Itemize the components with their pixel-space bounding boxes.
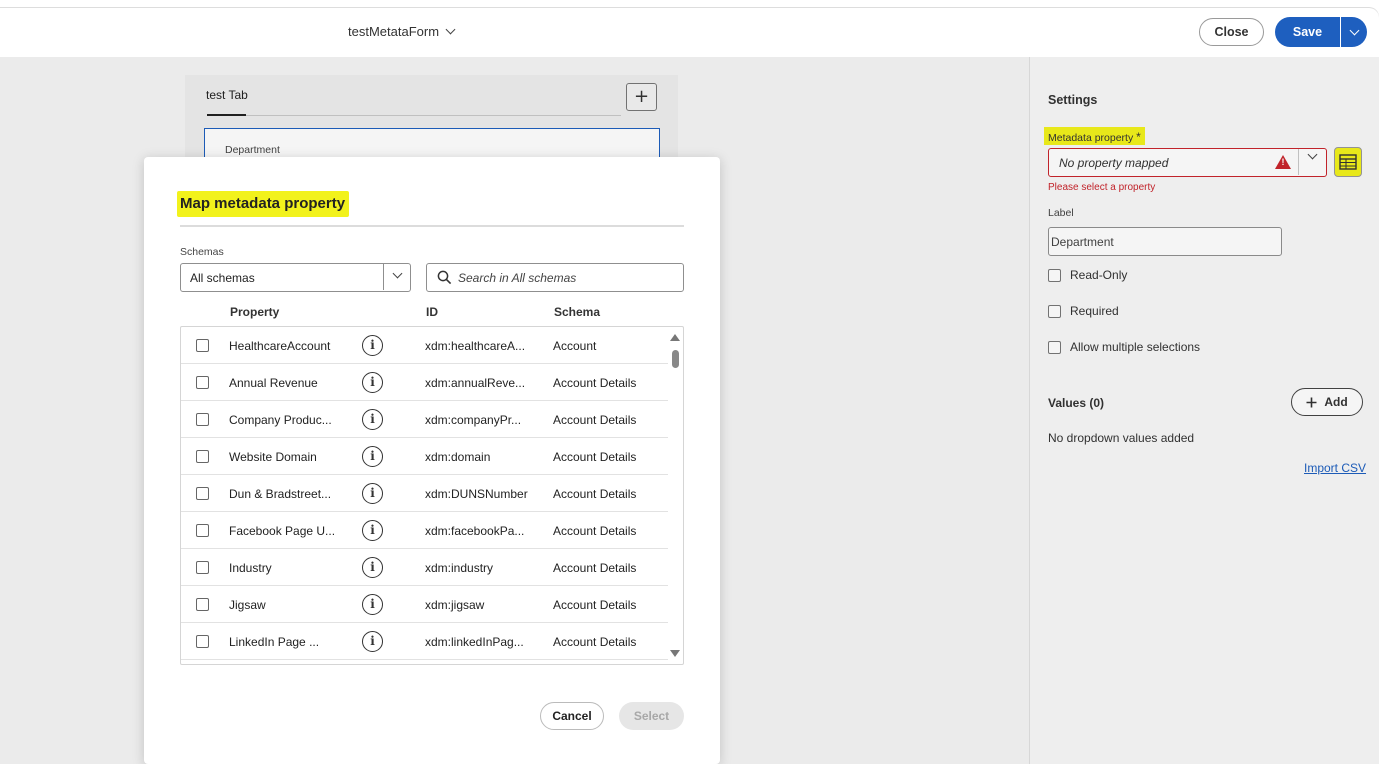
- info-icon[interactable]: i: [362, 372, 383, 393]
- property-cell: Annual Revenue: [229, 376, 318, 390]
- scrollbar-thumb[interactable]: [672, 350, 679, 368]
- row-checkbox[interactable]: [196, 561, 209, 574]
- column-header-id[interactable]: ID: [426, 305, 438, 319]
- close-button[interactable]: Close: [1199, 18, 1264, 46]
- row-checkbox[interactable]: [196, 413, 209, 426]
- table-row[interactable]: LinkedIn Page ... i xdm:linkedInPag... A…: [181, 623, 668, 660]
- table-row[interactable]: Dun & Bradstreet... i xdm:DUNSNumber Acc…: [181, 475, 668, 512]
- info-icon[interactable]: i: [362, 483, 383, 504]
- row-checkbox[interactable]: [196, 339, 209, 352]
- row-checkbox[interactable]: [196, 524, 209, 537]
- id-cell: xdm:linkedInPag...: [425, 635, 524, 649]
- row-checkbox[interactable]: [196, 598, 209, 611]
- id-cell: xdm:facebookPa...: [425, 524, 525, 538]
- row-checkbox[interactable]: [196, 376, 209, 389]
- id-cell: xdm:annualReve...: [425, 376, 526, 390]
- schema-cell: Account Details: [553, 487, 637, 501]
- info-icon[interactable]: i: [362, 446, 383, 467]
- id-cell: xdm:companyPr...: [425, 413, 522, 427]
- dialog-title: Map metadata property: [177, 191, 350, 217]
- row-checkbox[interactable]: [196, 487, 209, 500]
- table-row[interactable]: HealthcareAccount i xdm:healthcareA... A…: [181, 327, 668, 364]
- id-cell: xdm:domain: [425, 450, 491, 464]
- search-field[interactable]: Search in All schemas: [426, 263, 684, 292]
- id-cell: xdm:industry: [425, 561, 494, 575]
- info-icon[interactable]: i: [362, 520, 383, 541]
- schema-cell: Account Details: [553, 561, 637, 575]
- property-cell: Dun & Bradstreet...: [229, 487, 332, 501]
- table-row[interactable]: Facebook Page U... i xdm:facebookPa... A…: [181, 512, 668, 549]
- chevron-down-icon: [445, 24, 456, 35]
- scroll-down-arrow[interactable]: [670, 650, 680, 657]
- info-icon[interactable]: i: [362, 557, 383, 578]
- form-name-dropdown[interactable]: testMetataForm: [348, 24, 456, 39]
- property-cell: HealthcareAccount: [229, 339, 331, 353]
- info-icon[interactable]: i: [362, 594, 383, 615]
- property-cell: LinkedIn Page ...: [229, 635, 320, 649]
- row-checkbox[interactable]: [196, 450, 209, 463]
- info-icon[interactable]: i: [362, 335, 383, 356]
- select-divider: [383, 264, 384, 290]
- scroll-up-arrow[interactable]: [670, 334, 680, 341]
- property-cell: Jigsaw: [229, 598, 266, 612]
- table-row[interactable]: Company Produc... i xdm:companyPr... Acc…: [181, 401, 668, 438]
- table-row[interactable]: Annual Revenue i xdm:annualReve... Accou…: [181, 364, 668, 401]
- schemas-select[interactable]: All schemas: [180, 263, 411, 292]
- column-header-schema[interactable]: Schema: [554, 305, 600, 319]
- schema-cell: Account Details: [553, 635, 637, 649]
- search-icon: [437, 270, 452, 285]
- cancel-button[interactable]: Cancel: [540, 702, 604, 730]
- table-row[interactable]: Jigsaw i xdm:jigsaw Account Details: [181, 586, 668, 623]
- properties-table: HealthcareAccount i xdm:healthcareA... A…: [180, 326, 684, 665]
- select-button[interactable]: Select: [619, 702, 684, 730]
- id-cell: xdm:DUNSNumber: [425, 487, 528, 501]
- save-button[interactable]: Save: [1275, 17, 1340, 47]
- chevron-down-icon: [1349, 25, 1359, 35]
- dialog-divider: [180, 225, 684, 227]
- row-checkbox[interactable]: [196, 635, 209, 648]
- column-header-property[interactable]: Property: [230, 305, 279, 319]
- search-placeholder: Search in All schemas: [458, 271, 577, 285]
- schemas-label: Schemas: [180, 246, 224, 258]
- info-icon[interactable]: i: [362, 631, 383, 652]
- property-cell: Industry: [229, 561, 272, 575]
- schema-cell: Account Details: [553, 450, 637, 464]
- schema-cell: Account Details: [553, 598, 637, 612]
- property-cell: Website Domain: [229, 450, 317, 464]
- property-cell: Company Produc...: [229, 413, 332, 427]
- table-row[interactable]: Website Domain i xdm:domain Account Deta…: [181, 438, 668, 475]
- chevron-down-icon: [392, 268, 403, 279]
- form-name-label: testMetataForm: [348, 24, 440, 39]
- id-cell: xdm:healthcareA...: [425, 339, 526, 353]
- header: [0, 7, 1379, 56]
- id-cell: xdm:jigsaw: [425, 598, 485, 612]
- schema-cell: Account Details: [553, 376, 637, 390]
- property-cell: Facebook Page U...: [229, 524, 336, 538]
- info-icon[interactable]: i: [362, 409, 383, 430]
- schema-cell: Account Details: [553, 524, 637, 538]
- schema-cell: Account: [553, 339, 597, 353]
- table-row[interactable]: Industry i xdm:industry Account Details: [181, 549, 668, 586]
- schemas-select-value: All schemas: [190, 271, 255, 285]
- schema-cell: Account Details: [553, 413, 637, 427]
